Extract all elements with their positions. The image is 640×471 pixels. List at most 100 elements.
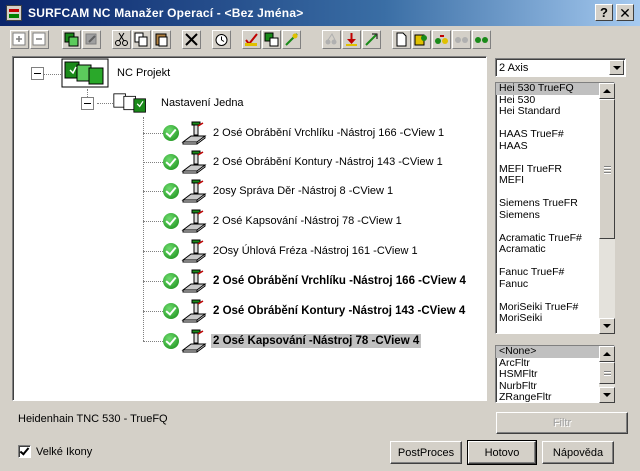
tree-node-operation[interactable]: 2 Osé Kapsování -Nástroj 78 -CView 1 (163, 207, 404, 235)
filter-list-scrollbar[interactable] (599, 346, 615, 403)
axis-select-value: 2 Axis (499, 61, 529, 74)
copy-operation-icon (64, 32, 79, 47)
app-icon (6, 5, 22, 21)
scroll-down-button[interactable] (599, 318, 615, 334)
new-page-button[interactable] (392, 30, 411, 49)
transform-button[interactable] (362, 30, 381, 49)
filter-list-item[interactable]: HSMFltr (496, 368, 614, 381)
post-list-item[interactable]: Fanuc (496, 278, 614, 291)
cut-button[interactable] (112, 30, 131, 49)
check-icon (163, 213, 179, 229)
machining-operation-icon (181, 329, 207, 353)
filter-scroll-down-button[interactable] (599, 387, 615, 403)
check-icon (163, 125, 179, 141)
machining-operation-icon (181, 209, 207, 233)
transform-icon (365, 33, 378, 46)
copy-operation-button[interactable] (62, 30, 81, 49)
operation-label: 2osy Správa Děr -Nástroj 8 -CView 1 (213, 185, 394, 197)
multiaxis-button[interactable] (322, 30, 341, 49)
copy-button[interactable] (132, 30, 151, 49)
generate-button[interactable] (282, 30, 301, 49)
edit-button[interactable] (262, 30, 281, 49)
tree-node-project[interactable]: NC Projekt (61, 58, 172, 88)
copy-icon (134, 32, 148, 47)
post-list-item[interactable]: HAAS TrueF# (496, 128, 614, 141)
tree-node-operation[interactable]: 2 Osé Obrábění Vrchlíku -Nástroj 166 -CV… (163, 267, 468, 295)
post-list-item[interactable]: Hei Standard (496, 105, 614, 118)
paste-operation-button[interactable] (82, 30, 101, 49)
project-folder-icon (61, 58, 109, 88)
post-list-item[interactable]: MEFI (496, 174, 614, 187)
help-title-button[interactable]: ? (595, 4, 613, 21)
post-button[interactable] (412, 30, 431, 49)
chevron-down-icon (612, 65, 621, 70)
collapse-project-button[interactable] (31, 67, 44, 80)
large-icons-checkbox[interactable] (18, 445, 31, 458)
paste-button[interactable] (152, 30, 171, 49)
green-dots-button[interactable] (472, 30, 491, 49)
done-button[interactable]: Hotovo (467, 440, 537, 465)
generate-icon (285, 33, 298, 46)
large-icons-toggle[interactable]: Velké Ikony (18, 445, 92, 458)
filter-list[interactable]: <None> ArcFltr HSMFltr NurbFltr ZRangeFltr (495, 345, 615, 403)
remove-button[interactable] (30, 30, 49, 49)
tree-node-operation[interactable]: 2 Osé Kapsování -Nástroj 78 -CView 4 (163, 327, 422, 355)
arrow-up-icon (603, 352, 611, 356)
tree-node-operation[interactable]: 2Osy Úhlová Fréza -Nástroj 161 -CView 1 (163, 237, 420, 265)
timer-button[interactable] (212, 30, 231, 49)
machining-operation-icon (181, 179, 207, 203)
post-list-item[interactable]: Acramatic (496, 243, 614, 256)
delete-button[interactable] (182, 30, 201, 49)
post-list-item[interactable]: HAAS (496, 140, 614, 153)
postproces-button[interactable]: PostProces (390, 441, 462, 464)
toolpath-button[interactable] (432, 30, 451, 49)
filter-button[interactable]: Filtr (496, 412, 628, 434)
scroll-thumb[interactable] (599, 99, 615, 239)
axis-select[interactable]: 2 Axis (495, 58, 626, 77)
post-processor-list[interactable]: Hei 530 TrueFQ Hei 530 Hei Standard HAAS Tr… (495, 82, 615, 334)
post-list-item[interactable]: Siemens TrueFR (496, 197, 614, 210)
machining-operation-icon (181, 239, 207, 263)
post-list-item[interactable]: Siemens (496, 209, 614, 222)
paste-operation-icon (85, 33, 97, 45)
remove-icon (32, 32, 46, 46)
operation-label: 2 Osé Obrábění Kontury -Nástroj 143 -CVi… (213, 156, 443, 168)
post-list-item[interactable]: Hei 530 TrueFQ (496, 83, 614, 95)
collapse-setup-button[interactable] (81, 97, 94, 110)
filter-scroll-thumb[interactable] (599, 362, 615, 384)
scissors-icon (115, 32, 128, 46)
window-title: SURFCAM NC Manažer Operací - <Bez Jména> (28, 6, 304, 20)
tree-node-operation[interactable]: 2 Osé Obrábění Kontury -Nástroj 143 -CVi… (163, 148, 445, 176)
operation-label: 2 Osé Kapsování -Nástroj 78 -CView 1 (213, 215, 402, 227)
title-bar: SURFCAM NC Manažer Operací - <Bez Jména>… (0, 0, 640, 26)
tree-node-operation[interactable]: 2osy Správa Děr -Nástroj 8 -CView 1 (163, 177, 395, 205)
move-down-button[interactable] (342, 30, 361, 49)
check-icon (163, 243, 179, 259)
post-list-scrollbar[interactable] (599, 83, 615, 334)
setup-label: Nastavení Jedna (161, 97, 244, 109)
scroll-up-button[interactable] (599, 83, 615, 99)
help-button[interactable]: Nápověda (542, 441, 614, 464)
add-icon (12, 32, 26, 46)
operation-tree[interactable]: NC Projekt Nastavení Jedna 2 Osé Obráběn… (12, 56, 487, 401)
check-icon (163, 183, 179, 199)
verify-button[interactable] (242, 30, 261, 49)
post-list-item[interactable]: Fanuc TrueF# (496, 266, 614, 279)
toolpath-icon (435, 35, 448, 44)
tree-node-setup[interactable]: Nastavení Jedna (113, 89, 246, 117)
check-icon (163, 154, 179, 170)
tree-node-operation[interactable]: 2 Osé Obrábění Kontury -Nástroj 143 -CVi… (163, 297, 467, 325)
post-list-item[interactable]: MoriSeiki (496, 312, 614, 325)
close-button[interactable]: ✕ (616, 4, 634, 21)
dots-button[interactable] (452, 30, 471, 49)
filter-scroll-up-button[interactable] (599, 346, 615, 362)
axis-dropdown-button[interactable] (609, 60, 624, 75)
filter-list-item[interactable]: <None> (496, 346, 614, 358)
delete-x-icon (185, 33, 198, 46)
add-button[interactable] (10, 30, 29, 49)
filter-list-item[interactable]: ZRangeFltr (496, 391, 614, 402)
clock-icon (215, 34, 228, 46)
tree-node-operation[interactable]: 2 Osé Obrábění Vrchlíku -Nástroj 166 -CV… (163, 119, 446, 147)
